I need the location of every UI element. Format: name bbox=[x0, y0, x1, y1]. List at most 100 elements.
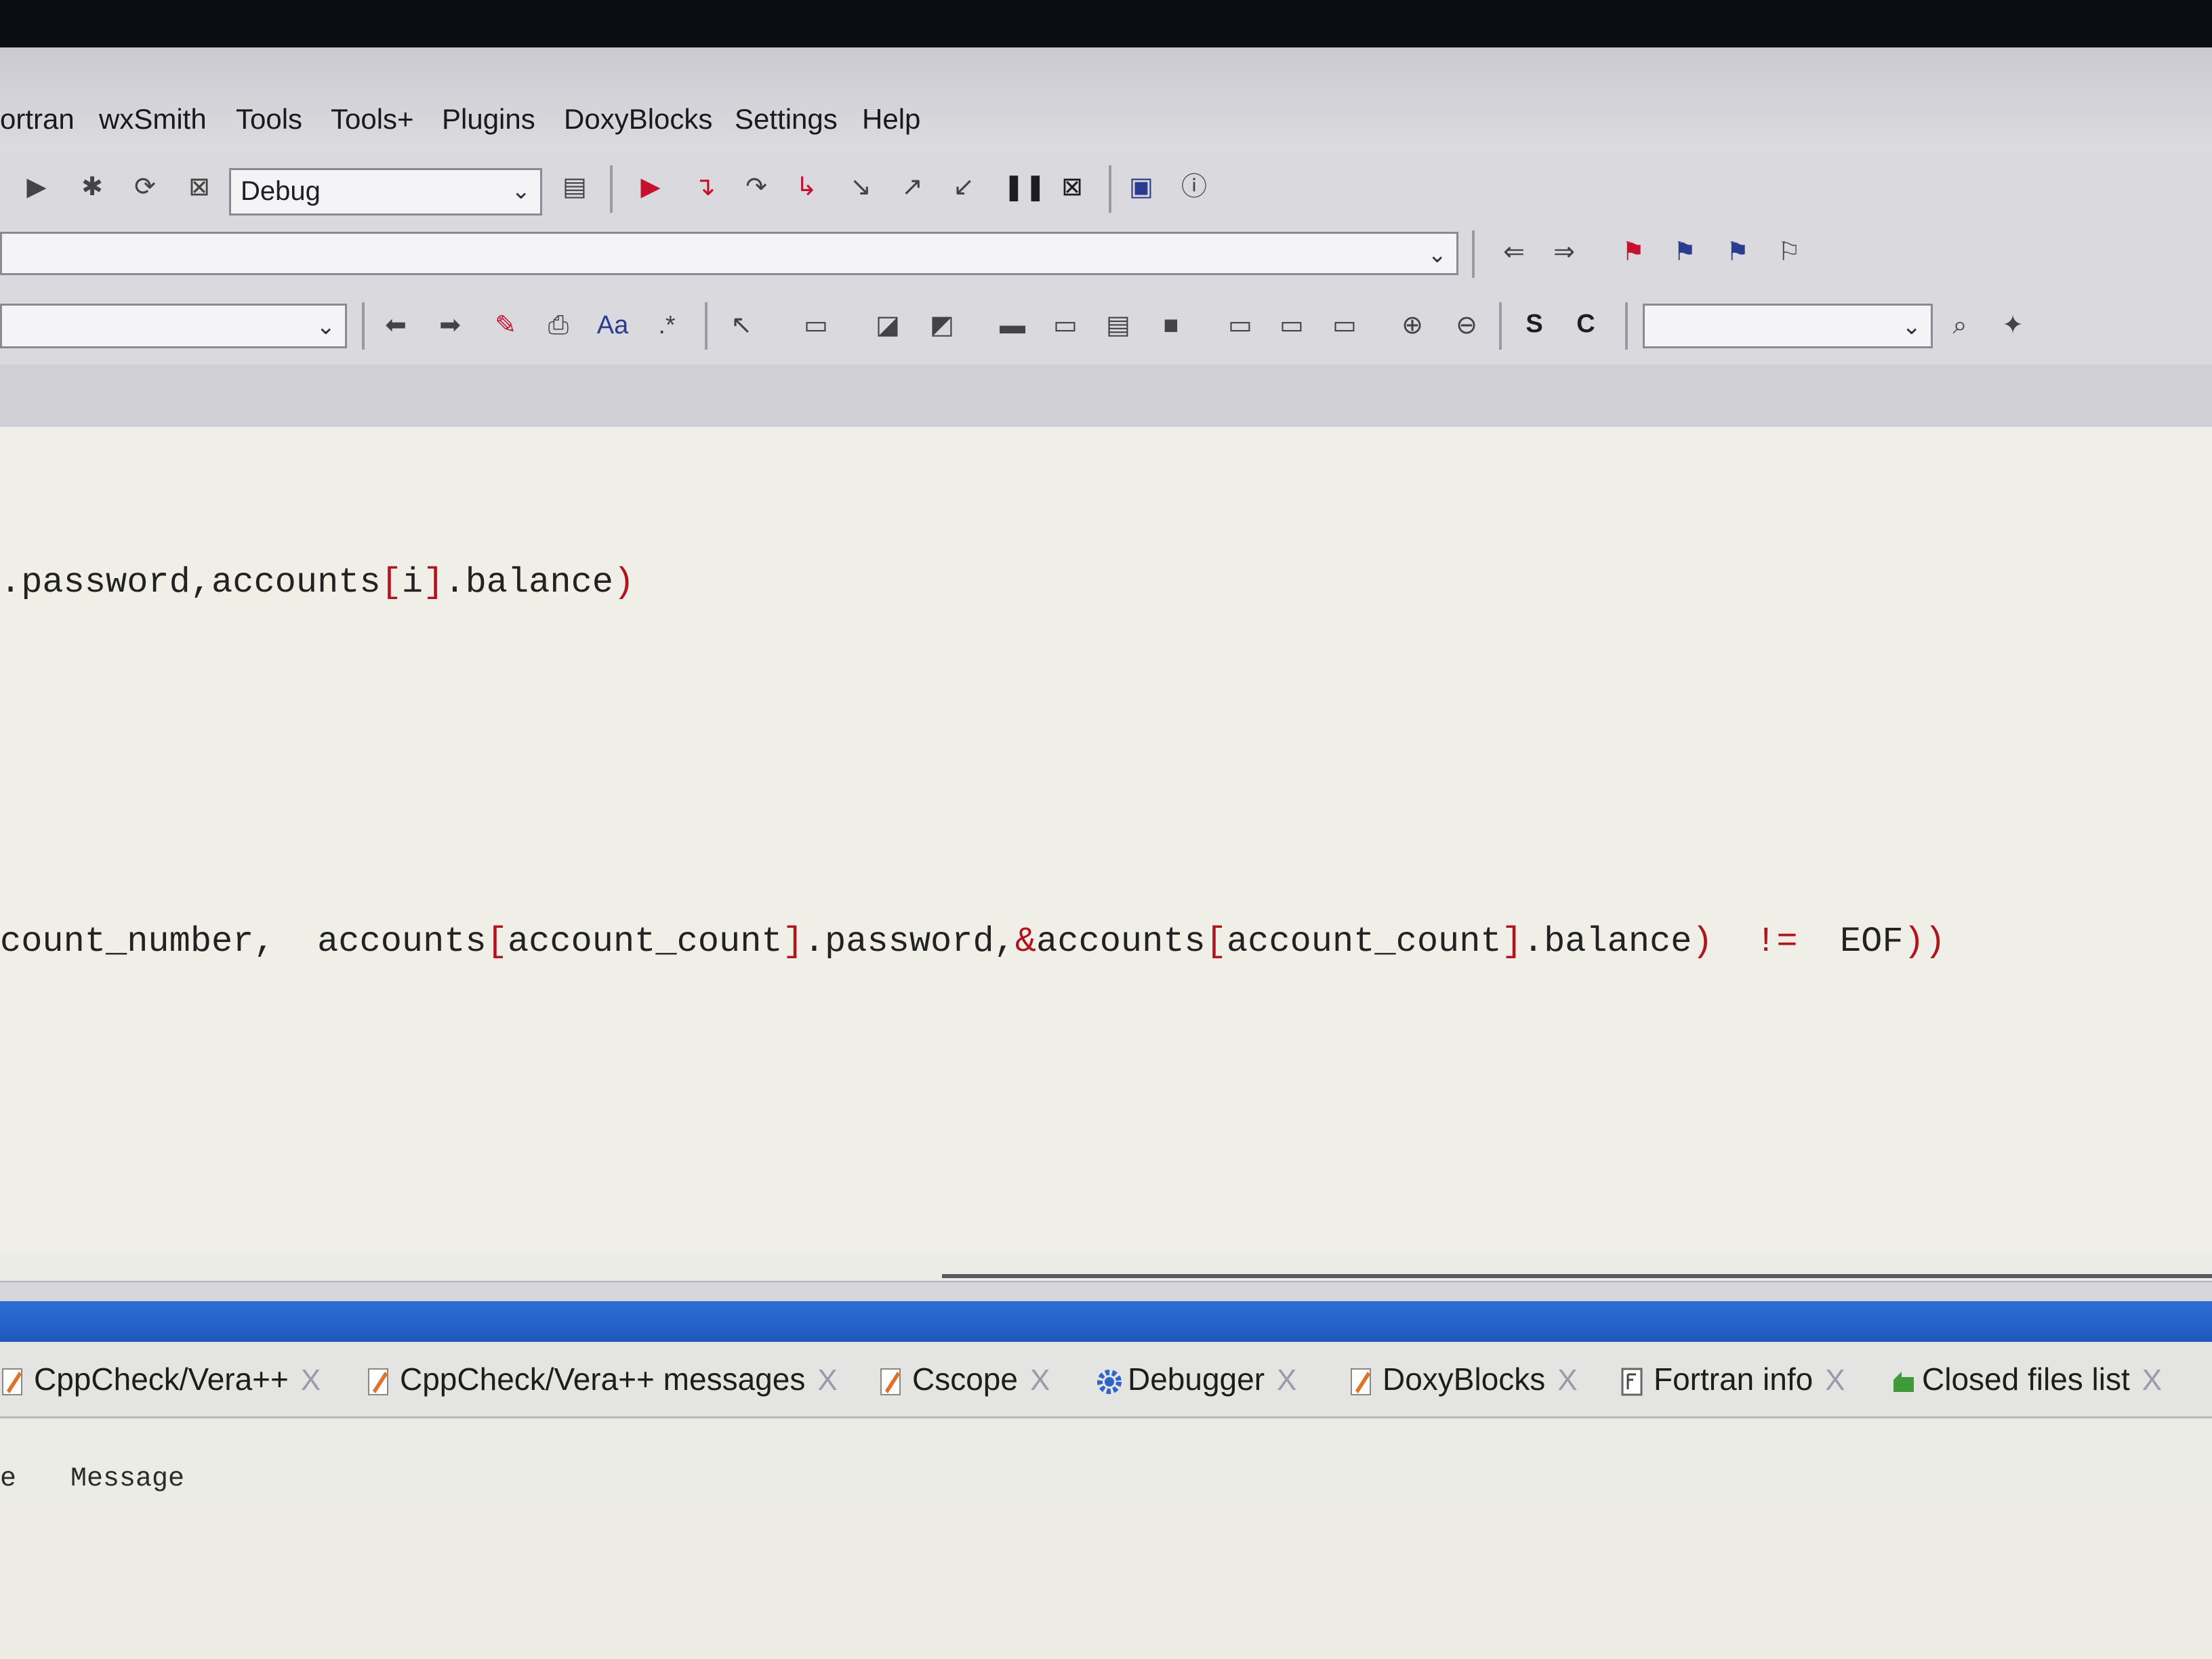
code-operator: ) != bbox=[1692, 922, 1840, 962]
tab-debugger[interactable]: Debugger X bbox=[1094, 1361, 1296, 1397]
menu-doxyblocks[interactable]: DoxyBlocks bbox=[564, 103, 712, 136]
close-icon[interactable]: X bbox=[1557, 1364, 1577, 1397]
pause-icon[interactable]: ❚❚ bbox=[1003, 171, 1046, 203]
stop-debugger-icon[interactable]: ⊠ bbox=[1056, 171, 1088, 203]
pointer-icon[interactable]: ↖ bbox=[725, 309, 758, 342]
menu-tools-plus[interactable]: Tools+ bbox=[331, 103, 414, 136]
column-header-file[interactable]: e bbox=[0, 1464, 16, 1494]
menu-fortran[interactable]: ortran bbox=[0, 103, 75, 136]
insert-after-icon[interactable]: ◩ bbox=[926, 309, 958, 342]
column-header-message[interactable]: Message bbox=[70, 1464, 184, 1494]
code-operator: [ bbox=[1205, 922, 1227, 962]
regex-icon[interactable]: .* bbox=[651, 309, 683, 342]
horizontal-scrollbar[interactable] bbox=[942, 1274, 2212, 1278]
chevron-down-icon: ⌄ bbox=[511, 178, 531, 204]
menu-bar: ortran wxSmith Tools Tools+ Plugins Doxy… bbox=[0, 47, 2212, 153]
search-select[interactable]: ⌄ bbox=[1643, 304, 1933, 348]
code-identifier: .balance bbox=[444, 562, 613, 602]
wrench-icon[interactable]: ✦ bbox=[1996, 309, 2029, 342]
panel-splitter[interactable] bbox=[0, 1281, 2212, 1303]
close-icon[interactable]: X bbox=[301, 1364, 321, 1397]
tab-closed-files-list[interactable]: Closed files list X bbox=[1888, 1361, 2162, 1397]
logs-titlebar bbox=[0, 1301, 2212, 1342]
code-identifier: i bbox=[401, 562, 424, 602]
toggle-bookmark-icon[interactable]: ⚑ bbox=[1617, 236, 1650, 268]
insert-into-icon[interactable]: ▭ bbox=[800, 309, 832, 342]
zoom-in-icon[interactable]: ⊕ bbox=[1396, 309, 1429, 342]
letter-c-button[interactable]: C bbox=[1570, 308, 1602, 340]
align-bottom-icon[interactable]: ▭ bbox=[1049, 309, 1082, 342]
letter-s-button[interactable]: S bbox=[1518, 308, 1551, 340]
tab-doxyblocks[interactable]: DoxyBlocks X bbox=[1349, 1361, 1578, 1397]
menu-help[interactable]: Help bbox=[862, 103, 920, 136]
code-completion-toolbar: ⌄ ⇐ ⇒ ⚑ ⚑ ⚑ ⚐ bbox=[0, 224, 2212, 291]
step-out-icon[interactable]: ↗ bbox=[896, 171, 928, 203]
next-bookmark-icon[interactable]: ⚑ bbox=[1721, 236, 1754, 268]
previous-bookmark-icon[interactable]: ⚑ bbox=[1668, 236, 1701, 268]
toolbar-grip bbox=[1625, 302, 1628, 350]
code-operator: )) bbox=[1903, 922, 1946, 962]
border-right-icon[interactable]: ▭ bbox=[1275, 309, 1308, 342]
code-identifier: count_number, accounts bbox=[0, 922, 487, 962]
next-instruction-icon[interactable]: ↳ bbox=[790, 171, 823, 203]
pencil-icon bbox=[0, 1366, 26, 1397]
match-case-icon[interactable]: Aa bbox=[596, 309, 629, 342]
rebuild-icon[interactable]: ⟳ bbox=[129, 171, 161, 203]
run-to-cursor-icon[interactable]: ↴ bbox=[689, 171, 721, 203]
expand-icon[interactable]: ■ bbox=[1155, 309, 1187, 342]
forward-arrow-icon[interactable]: ➡ bbox=[434, 309, 466, 342]
tab-label: Cscope bbox=[912, 1361, 1018, 1397]
insert-before-icon[interactable]: ◪ bbox=[872, 309, 904, 342]
tab-label: CppCheck/Vera++ messages bbox=[400, 1361, 806, 1397]
next-line-icon[interactable]: ↷ bbox=[740, 171, 773, 203]
border-all-icon[interactable]: ▭ bbox=[1328, 309, 1361, 342]
jump-back-icon[interactable]: ⇐ bbox=[1498, 236, 1530, 268]
menu-wxsmith[interactable]: wxSmith bbox=[99, 103, 207, 136]
menu-plugins[interactable]: Plugins bbox=[442, 103, 535, 136]
code-identifier: .password,accounts bbox=[0, 562, 381, 602]
align-center-icon[interactable]: ▤ bbox=[1102, 309, 1134, 342]
code-identifier: .password, bbox=[803, 922, 1015, 962]
chevron-down-icon: ⌄ bbox=[1427, 242, 1448, 268]
toolbar-grip bbox=[1472, 230, 1475, 278]
print-icon[interactable]: ⎙ bbox=[542, 309, 575, 342]
build-target-select[interactable]: Debug ⌄ bbox=[229, 168, 542, 216]
abort-icon[interactable]: ⊠ bbox=[183, 171, 216, 203]
align-top-icon[interactable]: ▬ bbox=[996, 309, 1029, 342]
step-instruction-icon[interactable]: ↙ bbox=[947, 171, 980, 203]
code-identifier: accounts bbox=[1036, 922, 1206, 962]
tab-cscope[interactable]: Cscope X bbox=[878, 1361, 1050, 1397]
clear-bookmarks-icon[interactable]: ⚐ bbox=[1773, 236, 1805, 268]
jump-forward-icon[interactable]: ⇒ bbox=[1548, 236, 1580, 268]
debugging-windows-icon[interactable]: ▣ bbox=[1125, 171, 1158, 203]
step-into-icon[interactable]: ↘ bbox=[844, 171, 877, 203]
tab-cppcheck-vera-messages[interactable]: CppCheck/Vera++ messages X bbox=[366, 1361, 838, 1397]
various-info-icon[interactable]: ⓘ bbox=[1178, 171, 1210, 203]
run-icon[interactable]: ▶ bbox=[20, 171, 53, 203]
menu-settings[interactable]: Settings bbox=[735, 103, 838, 136]
tab-cppcheck-vera[interactable]: CppCheck/Vera++ X bbox=[0, 1361, 321, 1397]
menu-tools[interactable]: Tools bbox=[236, 103, 302, 136]
close-icon[interactable]: X bbox=[2142, 1364, 2162, 1397]
code-identifier: EOF bbox=[1839, 922, 1904, 962]
zoom-out-icon[interactable]: ⊖ bbox=[1450, 309, 1483, 342]
close-icon[interactable]: X bbox=[1825, 1364, 1845, 1397]
close-icon[interactable]: X bbox=[1277, 1364, 1296, 1397]
tab-fortran-info[interactable]: Fortran info X bbox=[1620, 1361, 1845, 1397]
close-icon[interactable]: X bbox=[1030, 1364, 1050, 1397]
build-run-icon[interactable]: ✱ bbox=[76, 171, 108, 203]
back-arrow-icon[interactable]: ⬅ bbox=[380, 309, 412, 342]
build-options-icon[interactable]: ▤ bbox=[558, 171, 591, 203]
code-editor[interactable]: .password,accounts[i].balance) count_num… bbox=[0, 427, 2212, 1254]
log-list-header: e Message bbox=[0, 1457, 2212, 1498]
build-target-value: Debug bbox=[241, 176, 321, 206]
border-left-icon[interactable]: ▭ bbox=[1224, 309, 1256, 342]
close-icon[interactable]: X bbox=[817, 1364, 837, 1397]
debug-continue-icon[interactable]: ▶ bbox=[634, 171, 667, 203]
highlight-icon[interactable]: ✎ bbox=[489, 309, 522, 342]
chevron-down-icon: ⌄ bbox=[1902, 314, 1922, 340]
code-line: .password,accounts[i].balance) bbox=[0, 562, 634, 602]
function-select[interactable]: ⌄ bbox=[0, 232, 1458, 275]
search-icon[interactable]: ⌕ bbox=[1944, 309, 1976, 342]
scope-select[interactable]: ⌄ bbox=[0, 304, 347, 348]
